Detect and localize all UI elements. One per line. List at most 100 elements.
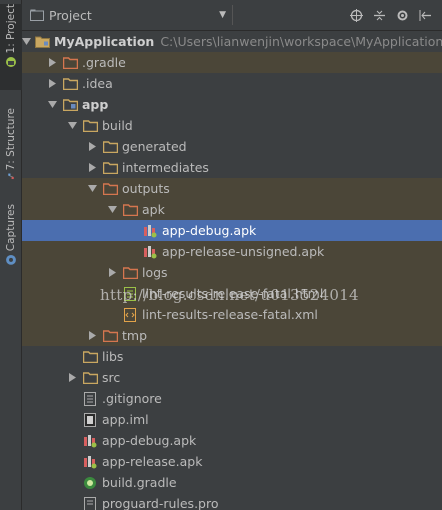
tree-row-lint-html[interactable]: lint-results-release-fatal.html [22,283,442,304]
tree-row-tmp[interactable]: tmp [22,325,442,346]
tree-label: lint-results-release-fatal.html [142,286,324,301]
folder-icon [62,77,78,91]
tree-label: tmp [122,328,148,343]
project-header: Project ▼ [22,0,442,31]
folder-icon [102,140,118,154]
tree-label: libs [102,349,124,364]
tree-label: .gitignore [102,391,162,406]
expanded-arrow-icon[interactable] [66,120,78,132]
collapse-icon[interactable] [373,9,386,22]
tree-row-src[interactable]: src [22,367,442,388]
hide-icon[interactable] [419,9,432,22]
tree-label: src [102,370,121,385]
target-icon[interactable] [350,8,363,22]
tree-row-app-iml[interactable]: app.iml [22,409,442,430]
tree-label: apk [142,202,165,217]
tab-project-label: 1: Project [5,4,17,54]
tree-row-app-release-apk[interactable]: app-release.apk [22,451,442,472]
tree-label: proguard-rules.pro [102,496,219,510]
excluded-folder-icon [102,182,118,196]
tree-label: generated [122,139,187,154]
tree-row-intermediates[interactable]: intermediates [22,157,442,178]
chevron-down-icon: ▼ [219,10,226,20]
tree-row-gitignore[interactable]: .gitignore [22,388,442,409]
html-file-icon [122,286,138,301]
tree-label: MyApplication [54,34,155,49]
tree-label: app-debug.apk [162,223,257,238]
tree-label: app-release.apk [102,454,203,469]
project-view-label: Project [49,7,92,23]
tree-row-proguard[interactable]: proguard-rules.pro [22,493,442,510]
tree-label: .gradle [82,55,126,70]
excluded-folder-icon [122,266,138,280]
collapsed-arrow-icon[interactable] [66,372,78,384]
tree-row-gradle[interactable]: .gradle [22,52,442,73]
gradle-file-icon [82,476,98,490]
folder-icon [82,119,98,133]
module-folder-icon [35,35,50,49]
expanded-arrow-icon[interactable] [106,204,118,216]
collapsed-arrow-icon[interactable] [86,330,98,342]
tree-label: intermediates [122,160,209,175]
module-folder-icon [62,98,78,112]
tree-label: lint-results-release-fatal.xml [142,307,318,322]
tab-captures-label: Captures [5,204,17,252]
expanded-arrow-icon[interactable] [22,36,31,48]
excluded-folder-icon [102,329,118,343]
tree-row-idea[interactable]: .idea [22,73,442,94]
tool-window-strip: 1: Project 7: Structure Captures [0,0,22,510]
android-icon [6,57,16,68]
expanded-arrow-icon[interactable] [86,183,98,195]
excluded-folder-icon [62,56,78,70]
folder-icon [82,371,98,385]
captures-icon [6,255,16,266]
text-file-icon [82,496,98,510]
settings-icon[interactable] [396,9,409,22]
tree-row-app-release-unsigned-apk[interactable]: app-release-unsigned.apk [22,241,442,262]
expanded-arrow-icon[interactable] [46,99,58,111]
tree-row-outputs[interactable]: outputs [22,178,442,199]
tree-row-app-debug-apk-selected[interactable]: app-debug.apk [22,220,442,241]
collapsed-arrow-icon[interactable] [46,78,58,90]
tree-label: app.iml [102,412,149,427]
collapsed-arrow-icon[interactable] [46,57,58,69]
structure-icon [8,173,14,180]
collapsed-arrow-icon[interactable] [86,141,98,153]
folder-icon [82,350,98,364]
apk-file-icon [142,245,158,259]
tree-label: app [82,97,109,112]
collapsed-arrow-icon[interactable] [106,267,118,279]
tree-label: build.gradle [102,475,177,490]
excluded-folder-icon [122,203,138,217]
tree-row-build-gradle[interactable]: build.gradle [22,472,442,493]
tree-label: build [102,118,133,133]
tree-row-apk[interactable]: apk [22,199,442,220]
iml-file-icon [82,412,98,427]
project-view-select[interactable]: Project ▼ [30,4,230,26]
tree-row-build[interactable]: build [22,115,442,136]
tab-structure-label: 7: Structure [5,108,17,171]
tree-row-generated[interactable]: generated [22,136,442,157]
tree-row-logs[interactable]: logs [22,262,442,283]
collapsed-arrow-icon[interactable] [86,162,98,174]
xml-file-icon [122,307,138,322]
tree-label: app-debug.apk [102,433,197,448]
tree-row-app[interactable]: app [22,94,442,115]
tree-label: logs [142,265,168,280]
tab-project[interactable]: 1: Project [0,4,22,90]
project-path: C:\Users\lianwenjin\workspace\MyApplicat… [160,34,442,49]
tab-structure[interactable]: 7: Structure [0,108,22,180]
apk-file-icon [82,455,98,469]
tree-label: .idea [82,76,113,91]
text-file-icon [82,391,98,406]
project-tree: MyApplication C:\Users\lianwenjin\worksp… [22,31,442,510]
tree-label: app-release-unsigned.apk [162,244,325,259]
tree-row-app-debug-apk[interactable]: app-debug.apk [22,430,442,451]
tree-row-myapplication[interactable]: MyApplication C:\Users\lianwenjin\worksp… [22,31,442,52]
project-folder-icon [30,9,44,21]
tab-captures[interactable]: Captures [0,204,22,266]
tree-label: outputs [122,181,170,196]
header-divider [232,5,233,25]
tree-row-libs[interactable]: libs [22,346,442,367]
tree-row-lint-xml[interactable]: lint-results-release-fatal.xml [22,304,442,325]
